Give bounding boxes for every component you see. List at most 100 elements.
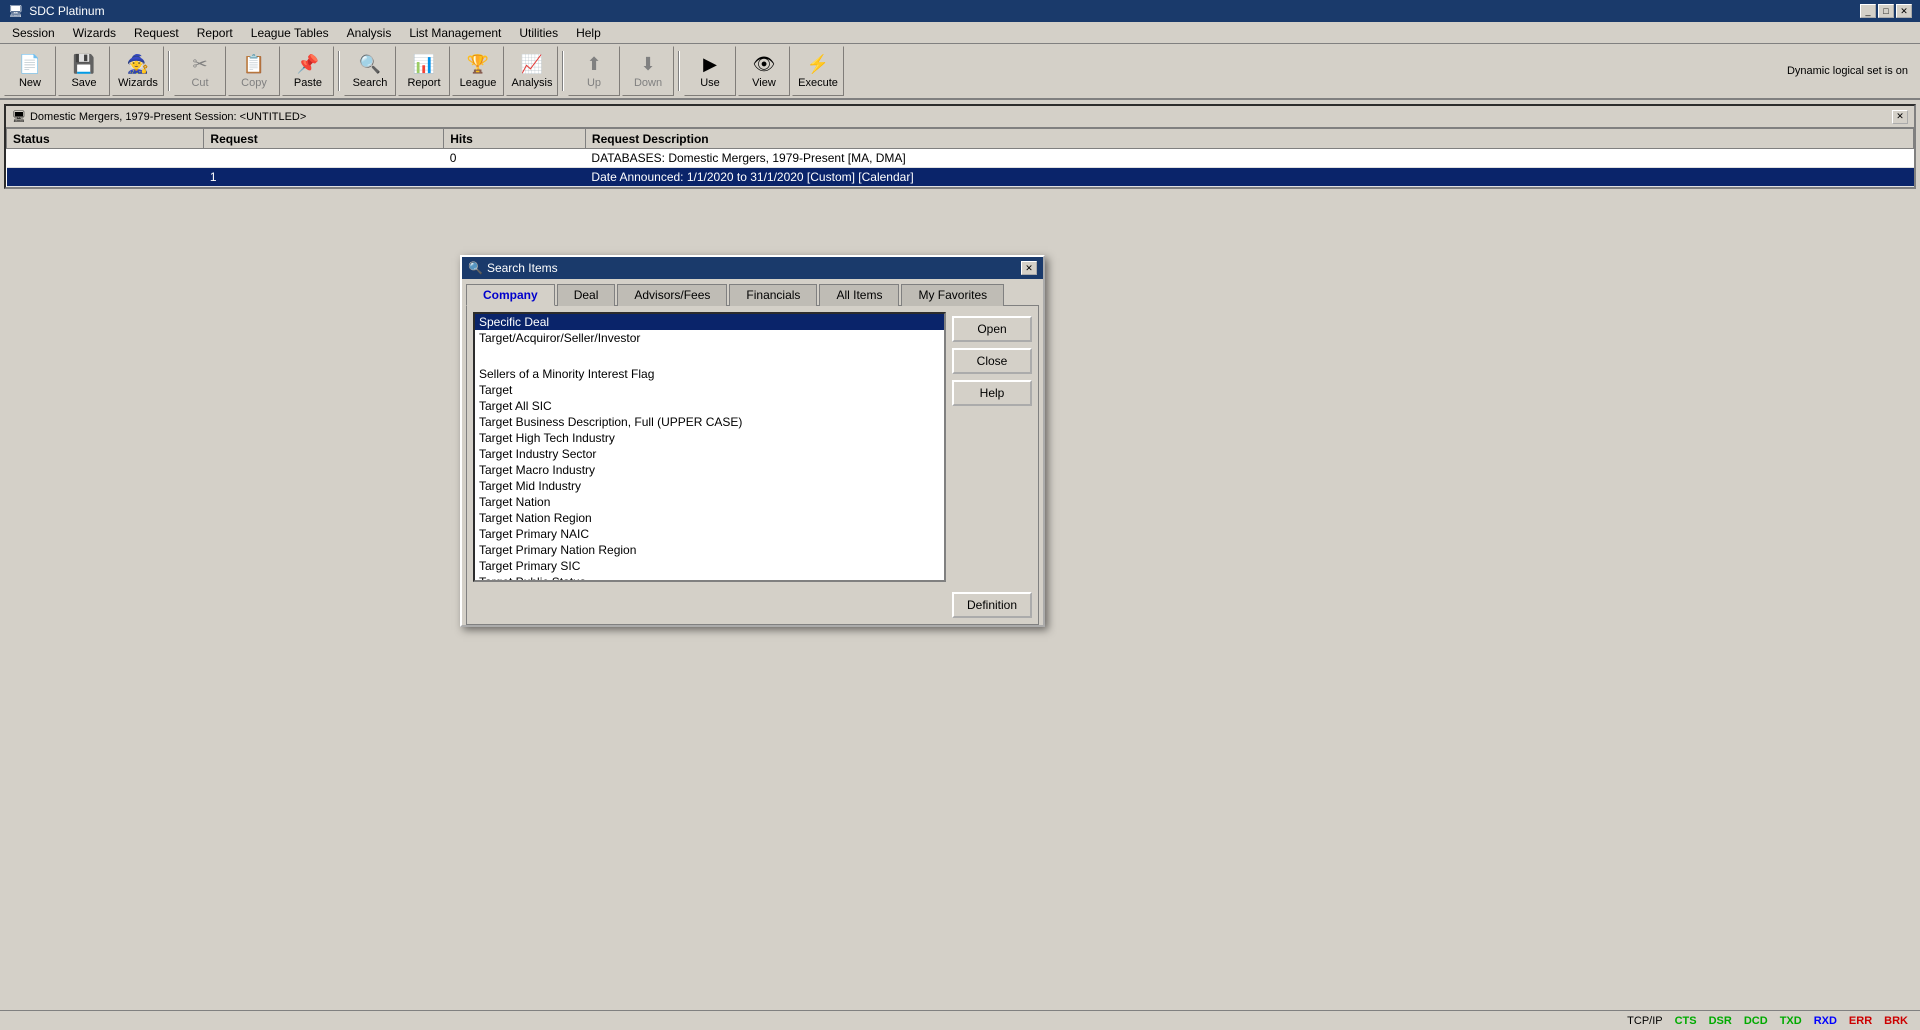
maximize-button[interactable]: □: [1878, 4, 1894, 18]
wizards-button[interactable]: 🧙 Wizards: [112, 46, 164, 96]
menu-report[interactable]: Report: [189, 24, 241, 42]
search-button[interactable]: 🔍 Search: [344, 46, 396, 96]
col-request: Request: [204, 129, 444, 149]
tab-advisors-fees[interactable]: Advisors/Fees: [617, 284, 727, 306]
tab-all-items[interactable]: All Items: [819, 284, 899, 306]
row0-status: [7, 149, 204, 168]
app-icon: 🖥: [8, 4, 23, 18]
copy-label: Copy: [241, 77, 267, 89]
tab-my-favorites[interactable]: My Favorites: [901, 284, 1004, 306]
cut-button[interactable]: ✂ Cut: [174, 46, 226, 96]
down-button[interactable]: ⬇ Down: [622, 46, 674, 96]
dialog-title: Search Items: [487, 261, 558, 275]
execute-label: Execute: [798, 77, 838, 89]
menu-utilities[interactable]: Utilities: [511, 24, 566, 42]
definition-button[interactable]: Definition: [952, 592, 1032, 618]
list-item[interactable]: Target Industry Sector: [475, 446, 944, 462]
list-item[interactable]: Target Business Description, Full (UPPER…: [475, 414, 944, 430]
search-label: Search: [353, 77, 388, 89]
list-item[interactable]: Target Nation: [475, 494, 944, 510]
session-title-bar: 🖥 Domestic Mergers, 1979-Present Session…: [6, 106, 1914, 128]
status-cts: CTS: [1671, 1015, 1701, 1027]
list-item[interactable]: Target Mid Industry: [475, 478, 944, 494]
session-icon: 🖥: [12, 110, 26, 123]
copy-icon: 📋: [243, 54, 265, 75]
menu-analysis[interactable]: Analysis: [339, 24, 400, 42]
menu-bar: Session Wizards Request Report League Ta…: [0, 22, 1920, 44]
row1-description: Date Announced: 1/1/2020 to 31/1/2020 [C…: [585, 168, 1913, 187]
status-dsr: DSR: [1705, 1015, 1736, 1027]
down-label: Down: [634, 77, 662, 89]
list-item[interactable]: Target High Tech Industry: [475, 430, 944, 446]
row1-request: 1: [204, 168, 444, 187]
new-button[interactable]: 📄 New: [4, 46, 56, 96]
list-item[interactable]: Target Nation Region: [475, 510, 944, 526]
tab-bar: Company Deal Advisors/Fees Financials Al…: [462, 279, 1043, 305]
tab-financials[interactable]: Financials: [729, 284, 817, 306]
list-item[interactable]: Target Public Status: [475, 574, 944, 582]
list-item[interactable]: Target All SIC: [475, 398, 944, 414]
list-item[interactable]: Target Macro Industry: [475, 462, 944, 478]
search-icon: 🔍: [359, 54, 381, 75]
menu-wizards[interactable]: Wizards: [65, 24, 124, 42]
report-button[interactable]: 📊 Report: [398, 46, 450, 96]
status-err: ERR: [1845, 1015, 1876, 1027]
up-button[interactable]: ⬆ Up: [568, 46, 620, 96]
dialog-icon: 🔍: [468, 261, 483, 275]
list-item[interactable]: Target Primary NAIC: [475, 526, 944, 542]
analysis-button[interactable]: 📈 Analysis: [506, 46, 558, 96]
table-row[interactable]: 0 DATABASES: Domestic Mergers, 1979-Pres…: [7, 149, 1914, 168]
close-button[interactable]: Close: [952, 348, 1032, 374]
view-icon: 👁: [753, 54, 776, 75]
tab-company[interactable]: Company: [466, 284, 555, 306]
menu-session[interactable]: Session: [4, 24, 63, 42]
open-button[interactable]: Open: [952, 316, 1032, 342]
request-table: Status Request Hits Request Description …: [6, 128, 1914, 187]
tab-deal[interactable]: Deal: [557, 284, 616, 306]
save-button[interactable]: 💾 Save: [58, 46, 110, 96]
row0-hits: 0: [444, 149, 586, 168]
league-button[interactable]: 🏆 League: [452, 46, 504, 96]
list-item[interactable]: Sellers of a Minority Interest Flag: [475, 366, 944, 382]
app-title: SDC Platinum: [29, 4, 104, 18]
dialog-close-button[interactable]: ✕: [1021, 261, 1037, 275]
wizards-label: Wizards: [118, 77, 158, 89]
menu-request[interactable]: Request: [126, 24, 187, 42]
use-label: Use: [700, 77, 720, 89]
use-button[interactable]: ▶ Use: [684, 46, 736, 96]
search-items-list[interactable]: Specific Deal Target/Acquiror/Seller/Inv…: [473, 312, 946, 582]
window-controls: _ □ ✕: [1860, 4, 1912, 18]
title-bar: 🖥 SDC Platinum _ □ ✕: [0, 0, 1920, 22]
help-button[interactable]: Help: [952, 380, 1032, 406]
row0-description: DATABASES: Domestic Mergers, 1979-Presen…: [585, 149, 1913, 168]
execute-button[interactable]: ⚡ Execute: [792, 46, 844, 96]
list-item[interactable]: Target/Acquiror/Seller/Investor: [475, 330, 944, 346]
report-icon: 📊: [413, 54, 435, 75]
menu-help[interactable]: Help: [568, 24, 609, 42]
session-title: Domestic Mergers, 1979-Present Session: …: [30, 111, 306, 123]
close-button[interactable]: ✕: [1896, 4, 1912, 18]
list-item[interactable]: Target Primary SIC: [475, 558, 944, 574]
view-button[interactable]: 👁 View: [738, 46, 790, 96]
list-item[interactable]: Target Primary Nation Region: [475, 542, 944, 558]
list-item[interactable]: Specific Deal: [475, 314, 944, 330]
tab-content: Specific Deal Target/Acquiror/Seller/Inv…: [466, 305, 1039, 625]
menu-league-tables[interactable]: League Tables: [243, 24, 337, 42]
minimize-button[interactable]: _: [1860, 4, 1876, 18]
new-icon: 📄: [19, 54, 41, 75]
copy-button[interactable]: 📋 Copy: [228, 46, 280, 96]
paste-button[interactable]: 📌 Paste: [282, 46, 334, 96]
col-status: Status: [7, 129, 204, 149]
view-label: View: [752, 77, 776, 89]
toolbar-sep-3: [562, 51, 564, 91]
status-dcd: DCD: [1740, 1015, 1772, 1027]
menu-list-management[interactable]: List Management: [401, 24, 509, 42]
session-close-button[interactable]: ✕: [1892, 110, 1908, 124]
save-label: Save: [71, 77, 96, 89]
col-hits: Hits: [444, 129, 586, 149]
row0-request: [204, 149, 444, 168]
list-item[interactable]: Target: [475, 382, 944, 398]
league-icon: 🏆: [467, 54, 489, 75]
analysis-label: Analysis: [512, 77, 553, 89]
table-row[interactable]: 1 Date Announced: 1/1/2020 to 31/1/2020 …: [7, 168, 1914, 187]
